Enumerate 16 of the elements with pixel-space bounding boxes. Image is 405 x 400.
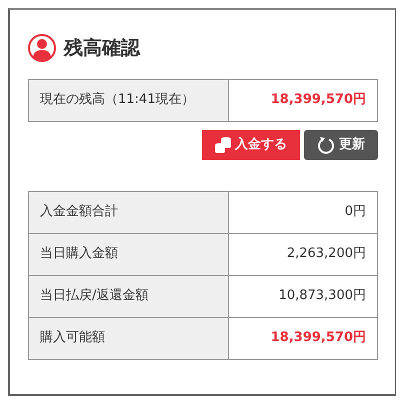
row-label: 購入可能額	[28, 317, 228, 359]
row-label: 現在の残高（11:41現在）	[28, 79, 228, 121]
coins-icon	[215, 136, 231, 154]
amount-value: 18,399,570円	[228, 317, 378, 359]
page-title: 残高確認	[64, 36, 140, 61]
row-label: 入金金額合計	[28, 191, 228, 233]
row-label: 当日購入金額	[28, 233, 228, 275]
user-icon	[28, 34, 56, 62]
amount-value: 18,399,570円	[228, 79, 378, 121]
refresh-button[interactable]: 更新	[304, 130, 378, 160]
refresh-icon	[317, 136, 335, 154]
deposit-button[interactable]: 入金する	[202, 130, 300, 160]
row-label: 当日払戻/返還金額	[28, 275, 228, 317]
amount-value: 0円	[228, 191, 378, 233]
amount-value: 10,873,300円	[228, 275, 378, 317]
amount-value: 2,263,200円	[228, 233, 378, 275]
